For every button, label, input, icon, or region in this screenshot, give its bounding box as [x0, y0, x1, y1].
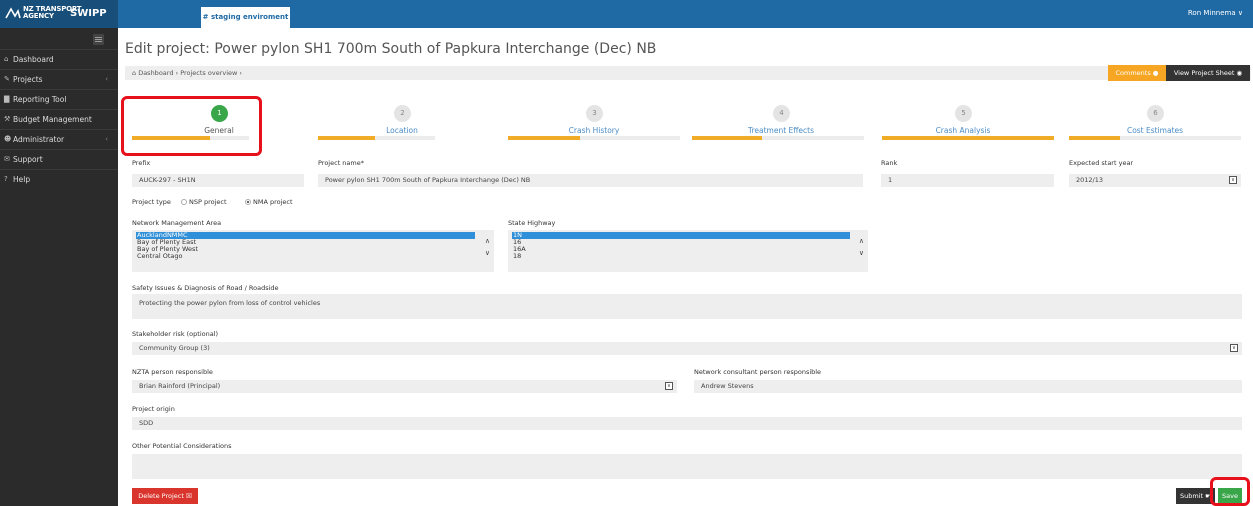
radio-icon [181, 199, 187, 205]
project-origin-label: Project origin [132, 405, 175, 413]
stakeholder-risk-select[interactable]: Community Group (3) ∨ [132, 342, 1242, 355]
start-year-select[interactable]: 2012/13 ∨ [1069, 174, 1241, 187]
bar-chart-icon: ▇ [4, 95, 10, 103]
nzta-person-value: Brian Rainford (Principal) [139, 382, 221, 390]
stakeholder-risk-value: Community Group (3) [139, 344, 210, 352]
gavel-icon: ⚒ [4, 115, 11, 123]
state-highway-option[interactable]: 18 [512, 253, 864, 260]
sidebar-toggle-icon[interactable] [93, 34, 104, 45]
project-name-field[interactable]: Power pylon SH1 700m South of Papkura In… [318, 174, 863, 187]
radio-nma-label: NMA project [253, 198, 293, 206]
breadcrumb: ⌂ Dashboard › Projects overview › [125, 66, 1251, 80]
sidebar-item-label: Budget Management [13, 115, 92, 124]
prefix-label: Prefix [132, 159, 151, 167]
radio-nsp-project[interactable]: NSP project [181, 198, 227, 206]
comments-button[interactable]: Comments ● [1108, 65, 1166, 81]
safety-issues-textarea[interactable]: Protecting the power pylon from loss of … [132, 294, 1242, 319]
radio-nsp-label: NSP project [189, 198, 227, 206]
app-name: SWIPP [70, 8, 107, 19]
chevron-down-icon: ∨ [1230, 344, 1238, 352]
envelope-icon: ✉ [4, 155, 10, 163]
sidebar-item-label: Help [13, 175, 31, 184]
nma-option[interactable]: Bay of Plenty West [136, 246, 490, 253]
chevron-down-icon: ∨ [665, 382, 673, 390]
step-progress-bar [1069, 136, 1120, 140]
nzta-logo-icon [5, 7, 21, 19]
delete-project-button[interactable]: Delete Project ☒ [132, 488, 198, 504]
state-highway-label: State Highway [508, 219, 556, 227]
project-type-label: Project type [132, 198, 171, 206]
chevron-left-icon: ‹ [105, 75, 108, 83]
sidebar-item-support[interactable]: ✉ Support [0, 149, 118, 169]
nzta-person-label: NZTA person responsible [132, 368, 213, 376]
sidebar-item-help[interactable]: ? Help [0, 169, 118, 189]
chevron-down-icon: ∨ [1229, 176, 1237, 184]
step-number: 2 [394, 105, 411, 122]
edit-icon: ✎ [4, 75, 10, 83]
radio-selected-icon [245, 199, 251, 205]
rank-label: Rank [881, 159, 898, 167]
state-highway-option[interactable]: 16A [512, 246, 864, 253]
radio-nma-project[interactable]: NMA project [245, 198, 293, 206]
state-highway-listbox[interactable]: 1N 16 16A 18 ∧ ∨ [508, 230, 868, 272]
step-progress-bar [692, 136, 762, 140]
brand[interactable]: NZ TRANSPORT AGENCY SWIPP [0, 0, 118, 28]
step-label: Location [386, 126, 418, 135]
nma-option[interactable]: Central Otago [136, 253, 490, 260]
step-number: 4 [773, 105, 790, 122]
consultant-person-label: Network consultant person responsible [694, 368, 822, 376]
page-title: Edit project: Power pylon SH1 700m South… [125, 41, 657, 57]
start-year-value: 2012/13 [1076, 176, 1104, 184]
highlight-save-button [1210, 477, 1250, 506]
sidebar-item-administrator[interactable]: ☻ Administrator ‹ [0, 129, 118, 149]
chevron-left-icon: ‹ [105, 135, 108, 143]
step-label: Crash Analysis [935, 126, 991, 135]
sidebar-item-label: Administrator [13, 135, 65, 144]
prefix-field[interactable]: AUCK-297 - SH1N [132, 174, 304, 187]
start-year-label: Expected start year [1069, 159, 1134, 167]
sidebar-item-label: Reporting Tool [13, 95, 67, 104]
sidebar-item-dashboard[interactable]: ⌂ Dashboard [0, 49, 118, 69]
state-highway-option[interactable]: 1N [512, 232, 850, 239]
user-icon: ☻ [4, 135, 12, 143]
step-progress-bar [508, 136, 580, 140]
question-icon: ? [4, 175, 8, 183]
step-progress-bar [318, 136, 375, 140]
nzta-person-select[interactable]: Brian Rainford (Principal) ∨ [132, 380, 677, 393]
other-considerations-textarea[interactable] [132, 454, 1242, 479]
safety-issues-label: Safety Issues & Diagnosis of Road / Road… [132, 284, 279, 292]
view-project-sheet-button[interactable]: View Project Sheet ◉ [1166, 65, 1250, 81]
other-considerations-label: Other Potential Considerations [132, 442, 232, 450]
sidebar-item-budget-management[interactable]: ⚒ Budget Management [0, 109, 118, 129]
highlight-general-step [121, 96, 262, 156]
home-icon: ⌂ [4, 55, 9, 63]
sidebar-item-label: Projects [13, 75, 43, 84]
sidebar-item-reporting-tool[interactable]: ▇ Reporting Tool [0, 89, 118, 109]
step-number: 3 [586, 105, 603, 122]
step-label: Crash History [568, 126, 620, 135]
sidebar-item-label: Dashboard [13, 55, 54, 64]
scroll-arrows-icon[interactable]: ∧ ∨ [485, 235, 490, 259]
step-number: 6 [1147, 105, 1164, 122]
breadcrumb-text[interactable]: ⌂ Dashboard › Projects overview › [132, 66, 242, 80]
scroll-arrows-icon[interactable]: ∧ ∨ [859, 235, 864, 259]
environment-tab[interactable]: # staging enviroment [201, 7, 290, 28]
step-progress-bar [882, 136, 1054, 140]
sidebar: ⌂ Dashboard ✎ Projects ‹ ▇ Reporting Too… [0, 28, 118, 506]
stakeholder-risk-label: Stakeholder risk (optional) [132, 330, 219, 338]
project-name-label: Project name* [318, 159, 364, 167]
top-bar: NZ TRANSPORT AGENCY SWIPP # staging envi… [0, 0, 1253, 28]
state-highway-option[interactable]: 16 [512, 239, 864, 246]
rank-field[interactable]: 1 [881, 174, 1054, 187]
step-number: 5 [955, 105, 972, 122]
nma-listbox[interactable]: AucklandNMMC Bay of Plenty East Bay of P… [132, 230, 494, 272]
sidebar-item-projects[interactable]: ✎ Projects ‹ [0, 69, 118, 89]
project-origin-field[interactable]: SDD [132, 417, 1242, 430]
step-label: Treatment Effects [747, 126, 815, 135]
sidebar-item-label: Support [13, 155, 43, 164]
step-label: Cost Estimates [1126, 126, 1184, 135]
user-menu[interactable]: Ron Minnema ∨ [1188, 9, 1243, 17]
nma-label: Network Management Area [132, 219, 222, 227]
consultant-person-field[interactable]: Andrew Stevens [694, 380, 1242, 393]
